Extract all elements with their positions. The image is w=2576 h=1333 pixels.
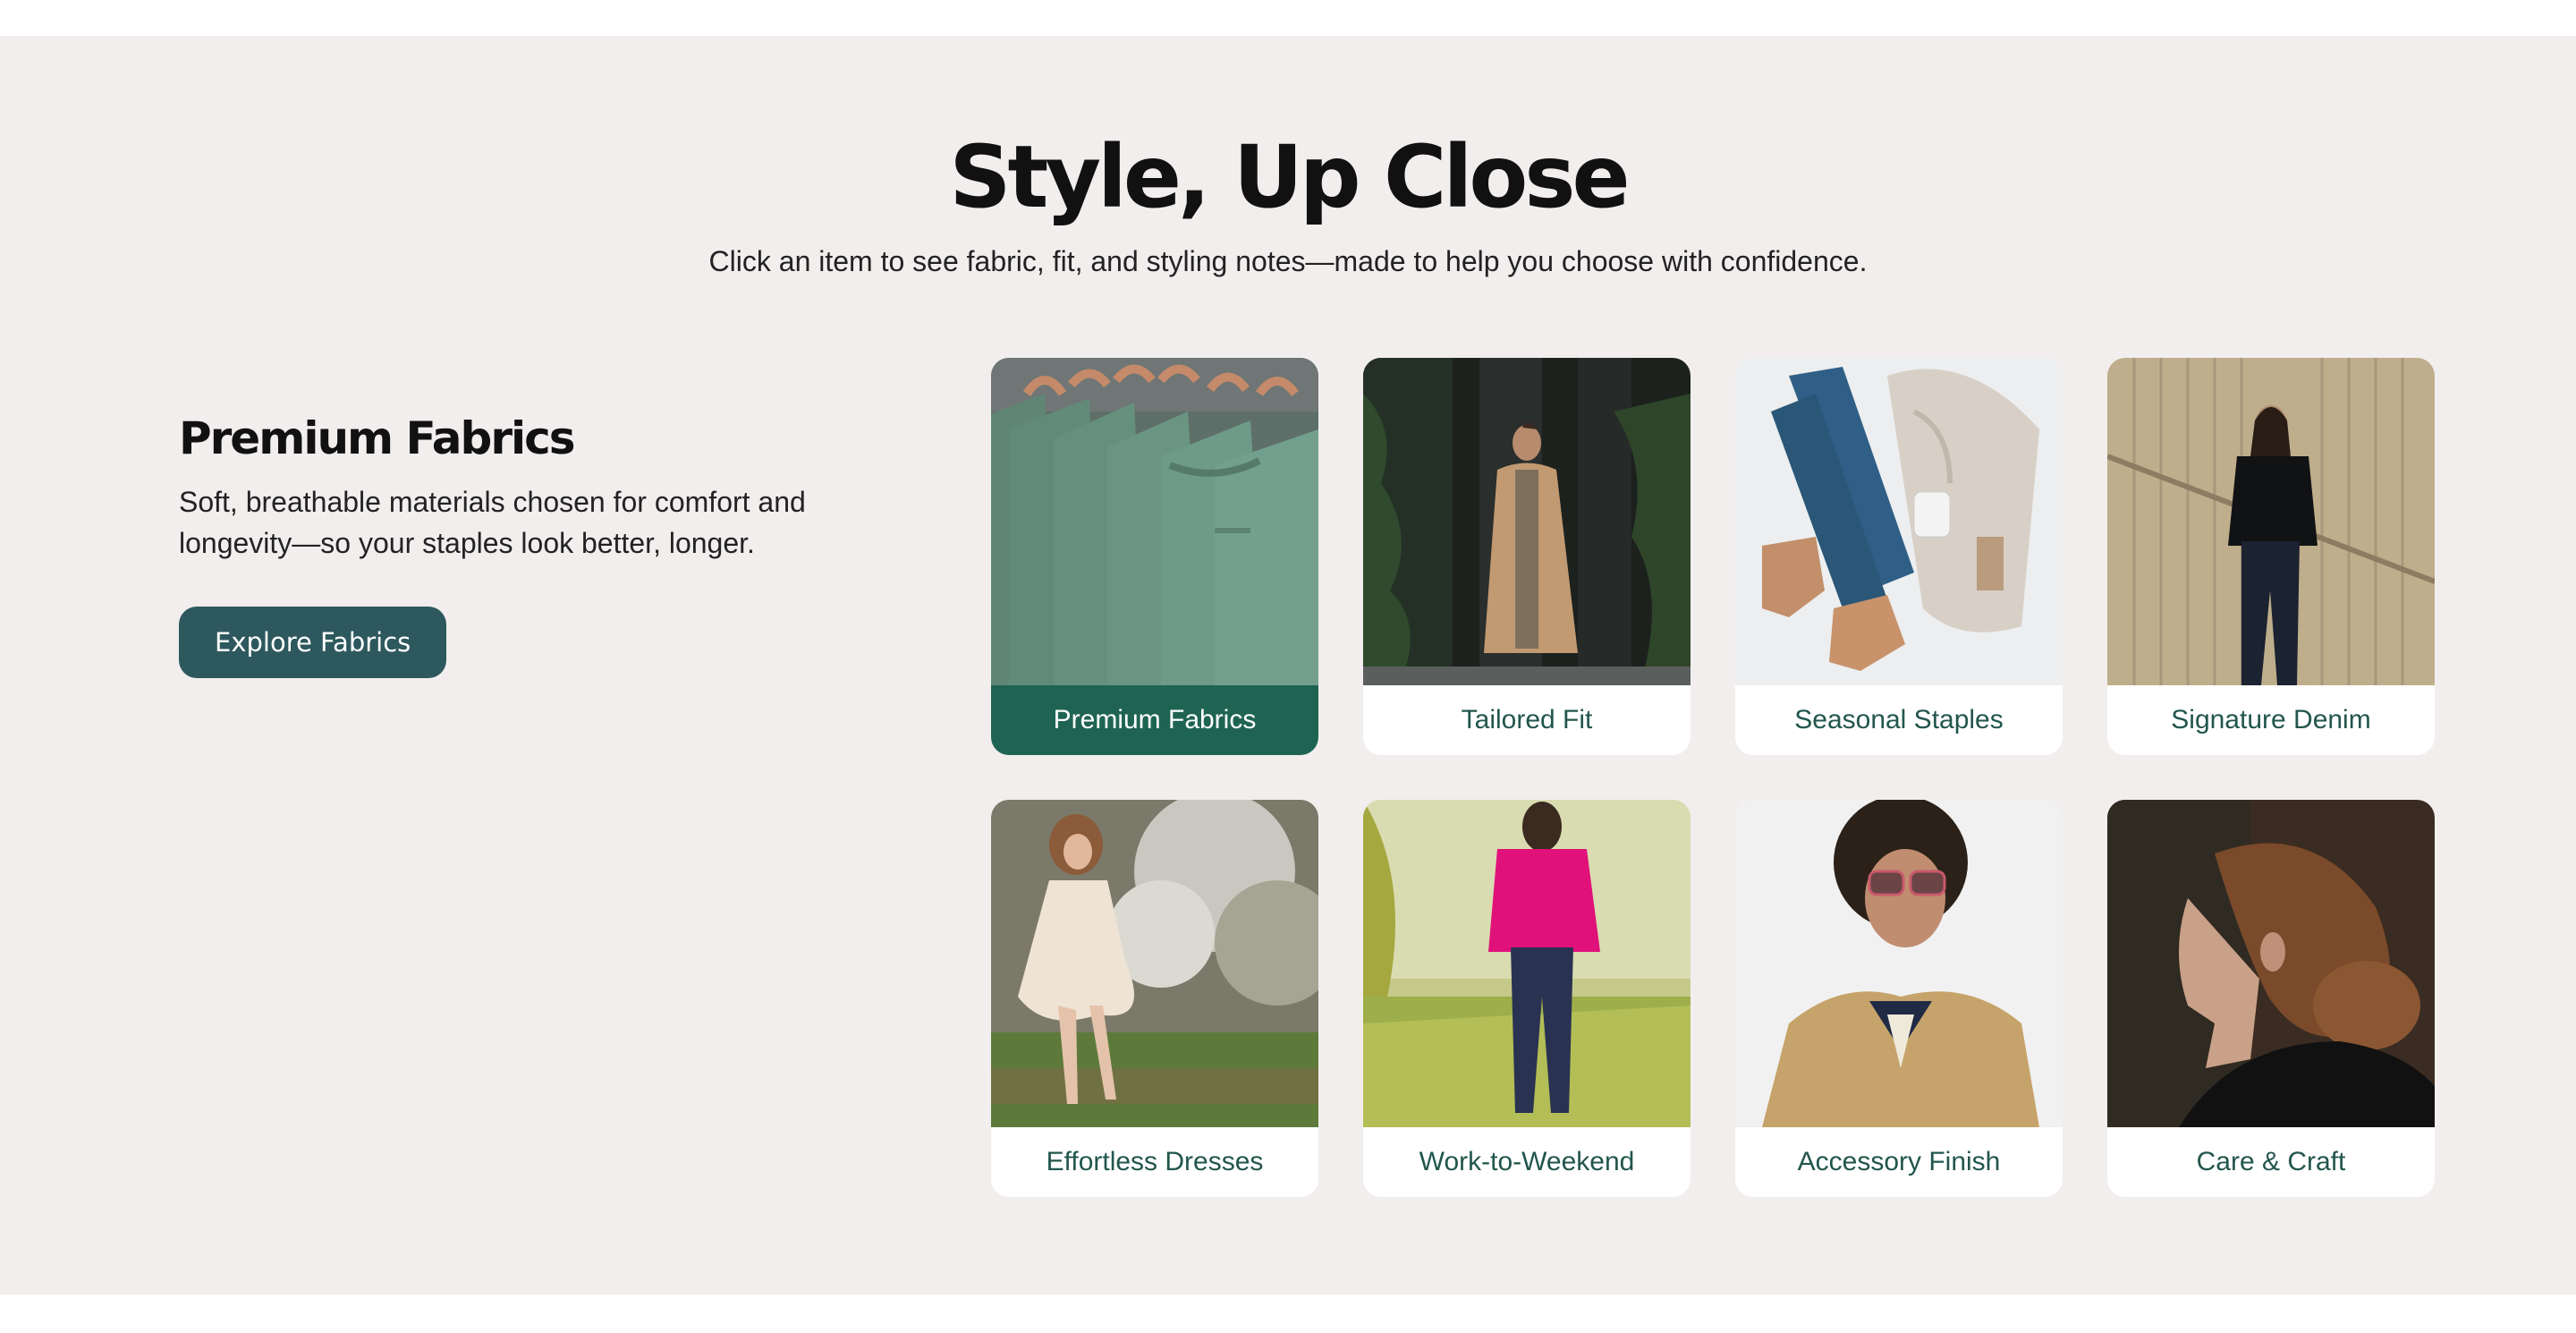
black-outfit-image	[2107, 358, 2435, 685]
card-work-to-weekend[interactable]: Work-to-Weekend	[1363, 800, 1690, 1197]
explore-fabrics-button[interactable]: Explore Fabrics	[179, 607, 447, 678]
flatlay-image	[1735, 358, 2063, 685]
page-title: Style, Up Close	[949, 127, 1630, 227]
sunglasses-image	[1735, 800, 2063, 1127]
product-grid: Premium Fabrics Tailored Fit Seasonal St…	[991, 358, 2435, 1197]
detail-description: Soft, breathable materials chosen for co…	[179, 486, 806, 559]
page-subtitle: Click an item to see fabric, fit, and st…	[708, 245, 1868, 277]
card-care-and-craft[interactable]: Care & Craft	[2107, 800, 2435, 1197]
card-label: Work-to-Weekend	[1419, 1147, 1635, 1176]
card-signature-denim[interactable]: Signature Denim	[2107, 358, 2435, 755]
pink-shirt-image	[1363, 800, 1690, 1127]
bottom-strip	[0, 1295, 2576, 1333]
detail-title: Premium Fabrics	[179, 412, 576, 464]
detail-panel: Premium Fabrics Soft, breathable materia…	[179, 410, 912, 678]
card-tailored-fit[interactable]: Tailored Fit	[1363, 358, 1690, 755]
card-seasonal-staples[interactable]: Seasonal Staples	[1735, 358, 2063, 755]
card-label: Signature Denim	[2171, 705, 2371, 734]
card-label: Accessory Finish	[1797, 1147, 2001, 1176]
card-label: Tailored Fit	[1461, 705, 1593, 734]
card-label: Effortless Dresses	[1046, 1147, 1264, 1176]
green-tshirts-image	[991, 358, 1318, 685]
card-label: Seasonal Staples	[1794, 705, 2004, 734]
card-label: Care & Craft	[2196, 1147, 2346, 1176]
top-strip	[0, 0, 2576, 36]
white-dress-image	[991, 800, 1318, 1127]
card-premium-fabrics[interactable]: Premium Fabrics	[991, 358, 1318, 755]
card-effortless-dresses[interactable]: Effortless Dresses	[991, 800, 1318, 1197]
camel-coat-image	[1363, 358, 1690, 685]
card-accessory-finish[interactable]: Accessory Finish	[1735, 800, 2063, 1197]
card-label: Premium Fabrics	[991, 685, 1318, 755]
hair-bun-image	[2107, 800, 2435, 1127]
